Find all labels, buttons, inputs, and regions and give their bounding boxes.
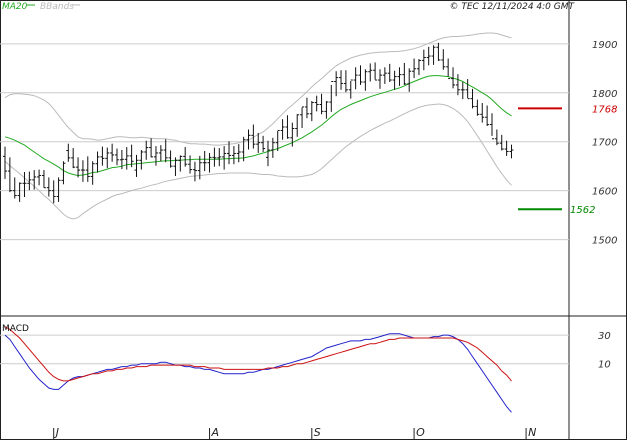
price-tick-label: 1600 [592,187,617,198]
bbands-legend: BBands [40,2,74,12]
price-tick-label: 1700 [592,138,617,149]
x-tick-label: O [416,426,425,439]
copyright-text: © TEC 12/11/2024 4:0 GMT [449,2,575,12]
macd-tick-label: 10 [598,360,611,371]
x-tick-label: A [211,426,220,439]
macd-panel-title: MACD [2,324,29,334]
resistance-level-label: 1768 [592,104,617,115]
support-level-label: 1562 [570,205,595,216]
x-tick-label: S [314,426,321,439]
ma20-legend: MA20 [2,2,28,12]
price-tick-label: 1800 [592,89,617,100]
price-tick-label: 1500 [592,236,617,247]
stock-chart: 17681562 19001800170016001500 3010 JASON… [0,0,627,440]
price-tick-label: 1900 [592,40,617,51]
x-tick-label: N [528,426,536,439]
macd-tick-label: 30 [598,331,611,342]
